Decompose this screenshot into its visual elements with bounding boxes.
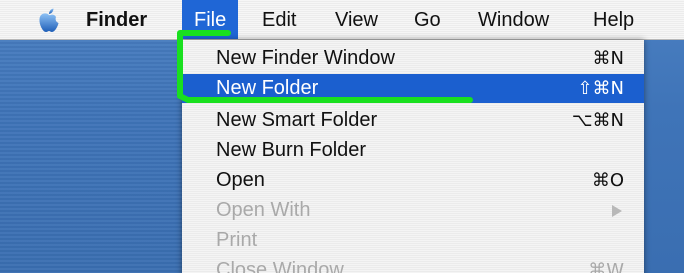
screen: Finder File Edit View Go Window Help New… [0, 0, 684, 273]
menu-item-open-with: Open With [182, 196, 644, 225]
menu-item-label: New Smart Folder [216, 109, 378, 131]
menu-item-close-window: Close Window ⌘W [182, 256, 644, 273]
menu-item-new-finder-window[interactable]: New Finder Window ⌘N [182, 44, 644, 73]
file-menu-dropdown: New Finder Window ⌘N New Folder ⇧⌘N New … [182, 40, 644, 273]
menu-item-new-folder[interactable]: New Folder ⇧⌘N [182, 74, 644, 103]
apple-icon[interactable] [34, 6, 64, 36]
submenu-arrow-icon [612, 205, 622, 217]
menu-view[interactable]: View [335, 0, 378, 39]
menu-item-new-smart-folder[interactable]: New Smart Folder ⌥⌘N [182, 106, 644, 135]
menu-help[interactable]: Help [593, 0, 634, 39]
menu-item-print: Print [182, 226, 644, 255]
menu-item-shortcut: ⌘N [592, 48, 624, 69]
menu-item-label: New Burn Folder [216, 139, 367, 161]
menu-item-open[interactable]: Open ⌘O [182, 166, 644, 195]
menu-item-shortcut: ⌥⌘N [571, 110, 624, 131]
menu-window[interactable]: Window [478, 0, 549, 39]
menu-item-label: Open With [216, 199, 311, 221]
menu-finder[interactable]: Finder [86, 0, 147, 39]
menu-go[interactable]: Go [414, 0, 441, 39]
menu-item-shortcut: ⌘O [591, 170, 624, 191]
menu-item-label: Open [216, 169, 265, 191]
menu-item-label: New Finder Window [216, 47, 395, 69]
menu-item-label: Close Window [216, 259, 344, 273]
menu-item-new-burn-folder[interactable]: New Burn Folder [182, 136, 644, 165]
menu-item-label: New Folder [216, 77, 319, 99]
menu-item-shortcut: ⌘W [588, 260, 624, 273]
menu-item-label: Print [216, 229, 258, 251]
menu-edit[interactable]: Edit [262, 0, 296, 39]
menu-item-shortcut: ⇧⌘N [577, 78, 624, 99]
menu-bar: Finder File Edit View Go Window Help [0, 0, 684, 40]
menu-file[interactable]: File [182, 0, 239, 39]
